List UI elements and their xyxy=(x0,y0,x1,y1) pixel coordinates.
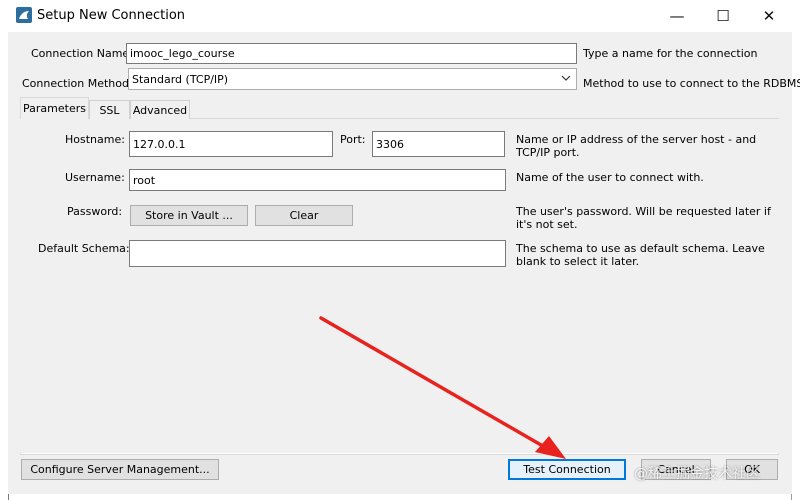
red-arrow-annotation xyxy=(319,316,566,459)
watermark: @稀土掘金技术社区 xyxy=(634,466,760,482)
